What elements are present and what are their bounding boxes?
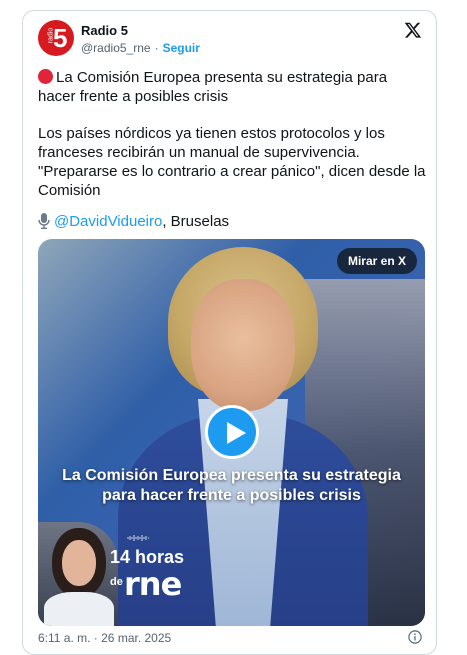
red-circle-icon bbox=[38, 69, 53, 84]
person-face bbox=[191, 279, 295, 411]
info-icon[interactable] bbox=[408, 630, 422, 644]
handle-row: @radio5_rne · Seguir bbox=[81, 41, 200, 55]
rne-logo: rne bbox=[124, 565, 182, 603]
mention-suffix: , Bruselas bbox=[162, 213, 230, 230]
play-icon bbox=[227, 422, 246, 444]
separator: · bbox=[154, 41, 159, 55]
video-caption: La Comisión Europea presenta su estrateg… bbox=[62, 467, 401, 504]
avatar-number: 5 bbox=[53, 23, 68, 53]
video-media[interactable]: Mirar en X La Comisión Europea presenta … bbox=[38, 239, 425, 626]
microphone-icon bbox=[38, 213, 50, 229]
avatar[interactable]: radio 5 bbox=[38, 20, 74, 56]
tweet-card: radio 5 Radio 5 @radio5_rne · Seguir La … bbox=[22, 10, 437, 655]
show-prefix: de bbox=[110, 576, 123, 588]
follow-button[interactable]: Seguir bbox=[163, 41, 200, 55]
play-button[interactable] bbox=[205, 405, 259, 459]
account-handle[interactable]: @radio5_rne bbox=[81, 41, 151, 55]
x-logo-icon[interactable] bbox=[404, 21, 422, 39]
tweet-credit: @DavidVidueiro, Bruselas bbox=[38, 212, 428, 231]
headline-text: La Comisión Europea presenta su estrateg… bbox=[38, 69, 388, 105]
tweet-timestamp[interactable]: 6:11 a. m. · 26 mar. 2025 bbox=[38, 631, 171, 645]
watch-on-x-button[interactable]: Mirar en X bbox=[336, 248, 417, 274]
presenter-photo bbox=[38, 522, 118, 626]
mention-link[interactable]: @DavidVidueiro bbox=[54, 213, 162, 230]
tweet-paragraph: Los países nórdicos ya tienen estos prot… bbox=[38, 125, 426, 199]
tweet-headline: La Comisión Europea presenta su estrateg… bbox=[38, 68, 428, 106]
show-soundwave-icon bbox=[127, 535, 149, 543]
presenter-body bbox=[44, 592, 114, 626]
presenter-face bbox=[62, 540, 96, 586]
account-name[interactable]: Radio 5 bbox=[81, 23, 128, 38]
